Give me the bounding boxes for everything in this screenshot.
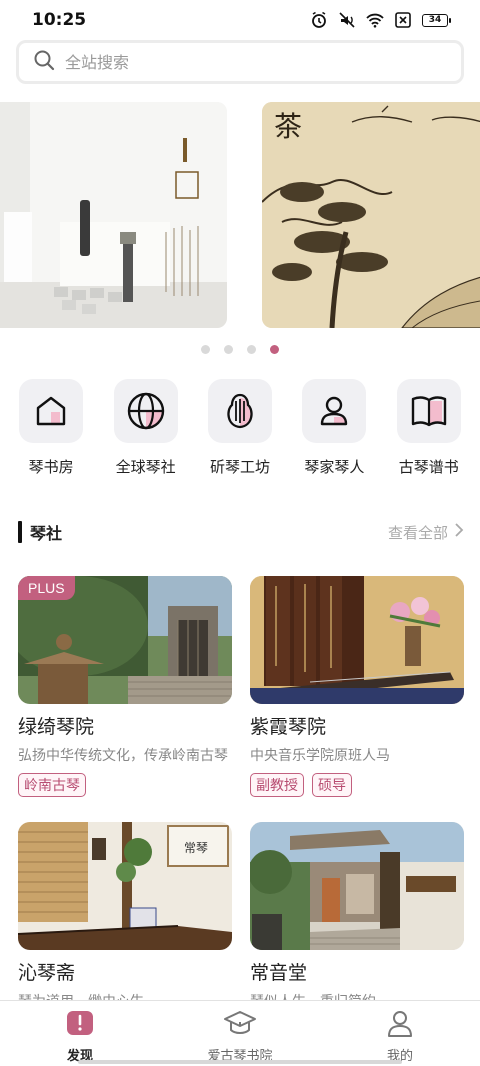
carousel-dot-active[interactable]: [270, 345, 279, 354]
tab-discover[interactable]: 发现: [10, 1001, 150, 1066]
section-title: 琴社: [18, 520, 62, 544]
society-card-image: [250, 576, 464, 704]
nav-label: 斫琴工坊: [209, 458, 270, 476]
alarm-icon: [310, 11, 328, 29]
society-tag: 硕导: [312, 773, 352, 797]
search-input[interactable]: [65, 52, 425, 72]
home-indicator[interactable]: [78, 1060, 402, 1064]
graduation-cap-icon: [223, 1009, 257, 1041]
nav-qin-scores[interactable]: 古琴谱书: [385, 379, 473, 477]
slide-title-char: 茶: [274, 110, 302, 143]
society-name: 沁琴斋: [18, 962, 76, 984]
society-description: 弘扬中华传统文化，传承岭南古琴: [18, 748, 228, 764]
society-description: 中央音乐学院原班人马: [250, 748, 390, 764]
society-name: 常音堂: [250, 962, 308, 984]
no-sim-icon: [394, 11, 412, 29]
section-marker: [18, 521, 22, 543]
nav-label: 琴书房: [28, 458, 74, 476]
society-card-image: 常琴: [18, 822, 232, 950]
guqin-icon: [207, 379, 272, 443]
globe-icon: [113, 379, 178, 443]
banner-slide-tea[interactable]: 茶: [262, 102, 480, 328]
search-bar[interactable]: [16, 40, 464, 84]
user-icon: [385, 1009, 415, 1041]
nav-qin-players[interactable]: 琴家琴人: [290, 379, 378, 477]
tab-academy[interactable]: 爱古琴书院: [170, 1001, 310, 1066]
banner-slide-gallery[interactable]: [0, 102, 227, 328]
nav-global-societies[interactable]: 全球琴社: [102, 379, 190, 477]
nav-qin-workshop[interactable]: 斫琴工坊: [196, 379, 284, 477]
carousel-dot[interactable]: [224, 345, 233, 354]
society-card-image: [250, 822, 464, 950]
quick-nav: 琴书房 全球琴社 斫琴工坊 琴家琴人 古琴谱书: [0, 379, 480, 477]
battery-indicator: 34: [422, 13, 451, 27]
carousel-dots: [0, 345, 480, 354]
wifi-icon: [366, 11, 384, 29]
nav-label: 琴家琴人: [304, 458, 365, 476]
svg-text:常琴: 常琴: [184, 841, 208, 855]
nav-label: 古琴谱书: [398, 458, 459, 476]
plus-badge: PLUS: [18, 576, 75, 600]
society-name: 绿绮琴院: [18, 716, 95, 738]
tab-mine[interactable]: 我的: [330, 1001, 470, 1066]
carousel-dot[interactable]: [201, 345, 210, 354]
status-bar: 10:25 34: [0, 0, 480, 40]
society-tag: 岭南古琴: [18, 773, 86, 797]
house-icon: [19, 379, 84, 443]
person-icon: [302, 379, 367, 443]
see-all-link[interactable]: 查看全部: [388, 522, 464, 543]
society-card[interactable]: 常琴 沁琴斋 琴为道用，缈由心生: [18, 822, 232, 1011]
banner-carousel[interactable]: 茶: [0, 102, 480, 328]
see-all-label: 查看全部: [387, 523, 448, 542]
carousel-dot[interactable]: [247, 345, 256, 354]
discover-icon: [65, 1009, 95, 1041]
status-time: 10:25: [32, 10, 87, 30]
bottom-tab-bar: 发现 爱古琴书院 我的: [0, 1000, 480, 1066]
society-tags: 岭南古琴: [18, 773, 232, 797]
nav-label: 全球琴社: [115, 458, 176, 476]
section-header: 琴社 查看全部: [18, 518, 464, 546]
society-card-image: PLUS: [18, 576, 232, 704]
society-tag: 副教授: [250, 773, 304, 797]
society-tags: 副教授 硕导: [250, 773, 464, 797]
chevron-right-icon: [454, 522, 464, 542]
status-icons: 34: [310, 11, 451, 29]
search-icon: [33, 49, 55, 75]
society-card[interactable]: PLUS 绿绮琴院 弘扬中华传统文化，传承岭南古琴 岭南古琴: [18, 576, 232, 797]
vibrate-mute-icon: [338, 11, 356, 29]
section-title-text: 琴社: [30, 524, 63, 543]
society-card[interactable]: 常音堂 琴似人生，重归简约: [250, 822, 464, 1011]
society-name: 紫霞琴院: [250, 716, 327, 738]
book-icon: [396, 379, 461, 443]
society-card[interactable]: 紫霞琴院 中央音乐学院原班人马 副教授 硕导: [250, 576, 464, 797]
nav-qin-study[interactable]: 琴书房: [7, 379, 95, 477]
